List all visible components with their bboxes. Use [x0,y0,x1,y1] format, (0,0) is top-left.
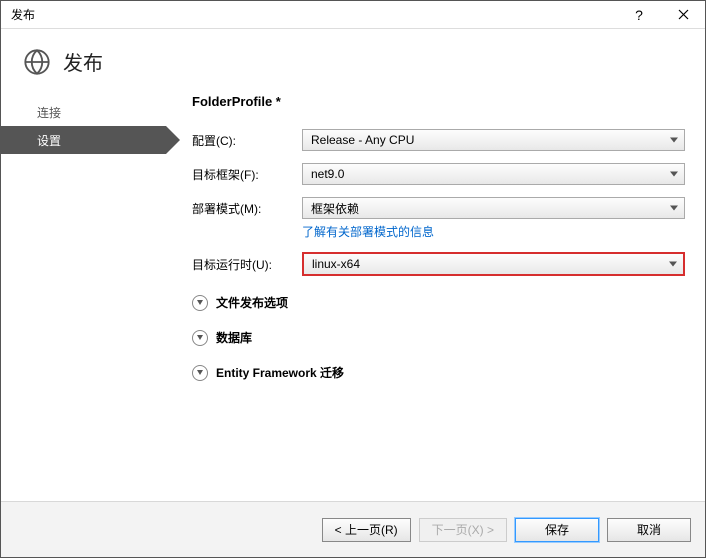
row-target-framework: 目标框架(F): net9.0 [192,163,685,185]
row-deployment-mode: 部署模式(M): 框架依赖 [192,197,685,219]
expander-label: 文件发布选项 [216,294,288,311]
profile-title: FolderProfile * [192,94,685,109]
chevron-down-icon [192,295,208,311]
window-title: 发布 [11,6,617,23]
select-configuration[interactable]: Release - Any CPU [302,129,685,151]
chevron-down-icon [192,330,208,346]
chevron-down-icon [670,206,678,211]
select-value: net9.0 [311,167,344,181]
deployment-mode-link[interactable]: 了解有关部署模式的信息 [302,225,434,239]
close-button[interactable] [661,1,705,28]
expander-label: Entity Framework 迁移 [216,364,344,381]
row-target-runtime: 目标运行时(U): linux-x64 [192,252,685,276]
chevron-down-icon [670,172,678,177]
select-value: 框架依赖 [311,200,359,217]
sidebar-item-settings[interactable]: 设置 [1,126,166,154]
chevron-down-icon [669,262,677,267]
label-deployment-mode: 部署模式(M): [192,200,302,217]
select-target-runtime[interactable]: linux-x64 [302,252,685,276]
sidebar: 连接 设置 [1,90,166,501]
expander-label: 数据库 [216,329,252,346]
label-target-runtime: 目标运行时(U): [192,256,302,273]
chevron-down-icon [192,365,208,381]
globe-icon [23,48,51,76]
content-area: FolderProfile * 配置(C): Release - Any CPU… [166,90,705,501]
prev-button[interactable]: < 上一页(R) [322,518,411,542]
row-configuration: 配置(C): Release - Any CPU [192,129,685,151]
dialog-body: 连接 设置 FolderProfile * 配置(C): Release - A… [1,90,705,501]
sidebar-item-connection[interactable]: 连接 [1,98,166,126]
next-button: 下一页(X) > [419,518,507,542]
deployment-mode-info: 了解有关部署模式的信息 [192,223,685,240]
chevron-down-icon [670,138,678,143]
select-value: linux-x64 [312,257,360,271]
expander-database[interactable]: 数据库 [192,329,685,346]
sidebar-item-label: 连接 [37,104,61,121]
page-title: 发布 [63,47,103,76]
titlebar: 发布 ? [1,1,705,29]
save-button[interactable]: 保存 [515,518,599,542]
expander-file-publish-options[interactable]: 文件发布选项 [192,294,685,311]
dialog-footer: < 上一页(R) 下一页(X) > 保存 取消 [1,501,705,557]
help-button[interactable]: ? [617,1,661,28]
label-target-framework: 目标框架(F): [192,166,302,183]
select-deployment-mode[interactable]: 框架依赖 [302,197,685,219]
expander-ef-migrations[interactable]: Entity Framework 迁移 [192,364,685,381]
label-configuration: 配置(C): [192,132,302,149]
cancel-button[interactable]: 取消 [607,518,691,542]
select-target-framework[interactable]: net9.0 [302,163,685,185]
dialog-header: 发布 [1,29,705,90]
publish-dialog: 发布 ? 发布 连接 设置 FolderProfile * 配置(C): [0,0,706,558]
sidebar-item-label: 设置 [37,132,61,149]
close-icon [678,9,689,20]
select-value: Release - Any CPU [311,133,414,147]
